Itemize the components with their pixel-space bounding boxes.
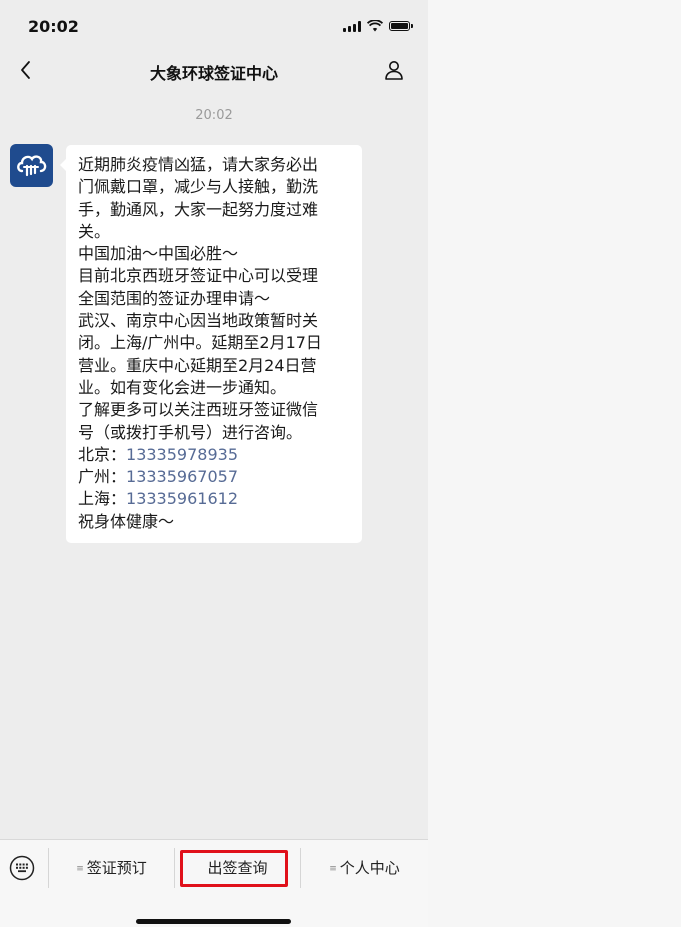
contact-label: 上海： [78, 489, 127, 509]
message-bubble[interactable]: 近期肺炎疫情凶猛，请大家务必出 门佩戴口罩，减少与人接触，勤洗 手，勤通风，大家… [60, 145, 362, 544]
battery-icon [389, 21, 413, 31]
person-icon[interactable] [382, 58, 406, 82]
chat-title: 大象环球签证中心 [149, 64, 278, 83]
status-bar: 20:02 [0, 0, 428, 48]
contact-line-beijing: 北京：13335978935 [78, 444, 352, 466]
home-indicator[interactable] [136, 919, 291, 924]
message-line: 武汉、南京中心因当地政策暂时关 [78, 311, 319, 331]
sender-avatar[interactable] [10, 144, 53, 187]
phone-number-link[interactable]: 13335978935 [126, 445, 238, 464]
highlight-annotation [180, 850, 288, 887]
phone-number-link[interactable]: 13335961612 [126, 489, 238, 508]
submenu-icon: ≡ [329, 864, 337, 874]
message-timestamp: 20:02 [195, 108, 233, 123]
message-line: 门佩戴口罩，减少与人接触，勤洗 [78, 177, 319, 197]
contact-label: 广州： [78, 467, 127, 487]
menu-item-visa-booking[interactable]: ≡ 签证预订 [49, 857, 174, 879]
phone-number-link[interactable]: 13335967057 [126, 467, 238, 486]
brand-logo-icon [17, 155, 47, 177]
message-line: 中国加油～中国必胜～ [78, 244, 239, 264]
signal-icon [343, 20, 361, 32]
message-line: 近期肺炎疫情凶猛，请大家务必出 [78, 155, 319, 174]
contact-line-shanghai: 上海：13335961612 [78, 488, 352, 510]
status-time: 20:02 [28, 17, 79, 36]
message-line: 业。如有变化会进一步通知。 [78, 377, 287, 397]
message-line: 闭。上海/广州中。延期至2月17日 [78, 333, 322, 353]
menu-item-label: 个人中心 [339, 859, 400, 877]
message-line: 目前北京西班牙签证中心可以受理 [78, 266, 319, 286]
keyboard-icon[interactable] [9, 855, 35, 881]
message-line: 关。 [78, 221, 111, 241]
phone-screen: 20:02 大象环球签证中心 20:02 近期肺炎疫情凶猛，请大家务必出 门佩戴… [0, 0, 428, 927]
contact-label: 北京： [78, 444, 127, 464]
message-line: 全国范围的签证办理申请～ [78, 288, 271, 308]
bottom-menu-bar: ≡ 签证预订 出签查询 ≡ 个人中心 [0, 839, 428, 927]
wifi-icon [367, 20, 383, 32]
menu-item-personal-center[interactable]: ≡ 个人中心 [301, 857, 428, 879]
empty-side-panel [428, 0, 681, 927]
menu-item-label: 签证预订 [86, 859, 147, 877]
status-icons [343, 20, 413, 32]
contact-line-guangzhou: 广州：13335967057 [78, 466, 352, 488]
navigation-bar: 大象环球签证中心 [0, 48, 428, 94]
submenu-icon: ≡ [76, 864, 84, 874]
message-line: 号（或拨打手机号）进行咨询。 [78, 422, 303, 442]
message-line: 手，勤通风，大家一起努力度过难 [78, 199, 319, 219]
message-closing: 祝身体健康～ [78, 511, 175, 531]
message-line: 营业。重庆中心延期至2月24日营 [78, 355, 317, 375]
message-line: 了解更多可以关注西班牙签证微信 [78, 400, 319, 420]
